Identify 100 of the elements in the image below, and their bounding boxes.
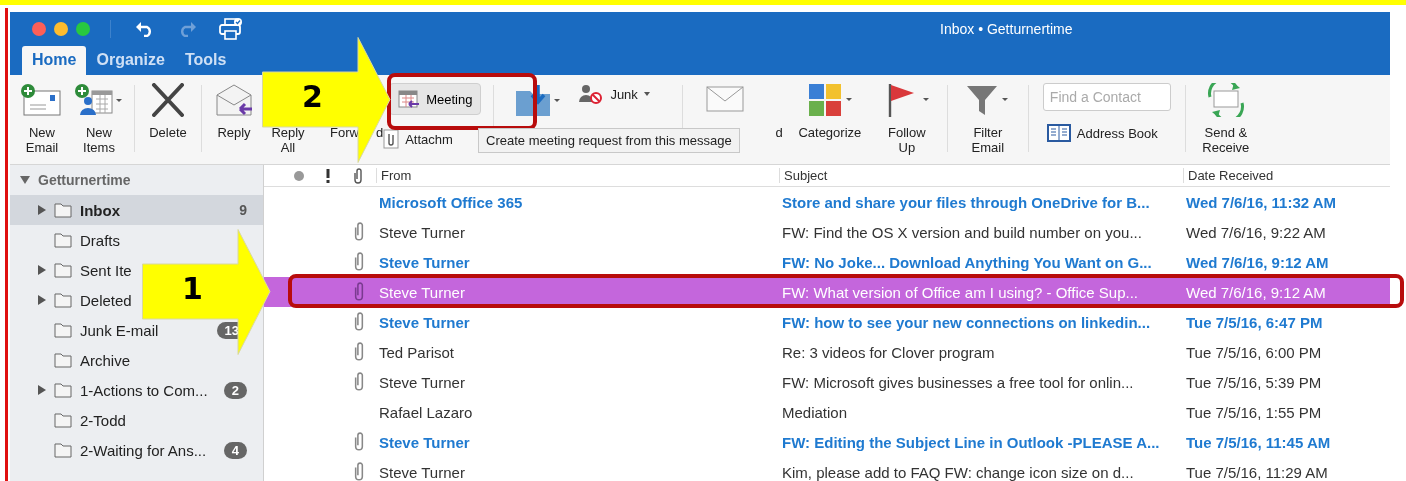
tooltip: Create meeting request from this message: [478, 128, 740, 153]
folder-item[interactable]: Sent Ite: [38, 261, 132, 279]
message-row[interactable]: Ted Parisot Re: 3 videos for Clover program Tue 7/5/16, 6:00 PM: [264, 337, 1390, 367]
folder-item[interactable]: Archive: [38, 351, 131, 369]
disclosure-triangle-icon[interactable]: [20, 176, 30, 184]
sender-cell-text: Steve Turner: [378, 253, 471, 271]
folder-icon: [54, 352, 72, 368]
sender-cell-text: Steve Turner: [378, 313, 471, 331]
person-blocked-icon: [578, 83, 605, 105]
message-row[interactable]: Steve Turner FW: No Joke... Download Anything You Want on G... Wed 7/6/16, 9:12 AM: [264, 247, 1390, 277]
ribbon-tab[interactable]: Home: [22, 46, 87, 75]
new-items-button[interactable]: New Items: [74, 83, 124, 164]
subject-cell-text: Kim, please add to FAQ FW: change icon size on d...: [781, 463, 1135, 481]
folder-item[interactable]: Deleted: [38, 291, 132, 309]
message-row[interactable]: Steve Turner FW: Find the OS X version and build number on you... Wed 7/6/16, 9:22 AM: [264, 217, 1390, 247]
new-email-button[interactable]: New Email: [20, 83, 64, 164]
date-cell-text: Wed 7/6/16, 9:22 AM: [1185, 223, 1327, 241]
button-label[interactable]: d: [775, 125, 783, 140]
sender-cell-text: Steve Turner: [378, 463, 466, 481]
unread-count: 4: [223, 441, 247, 459]
message-row[interactable]: Steve Turner FW: Microsoft gives businesses a free tool for onlin... Tue 7/5/16, 5:39 PM: [264, 367, 1390, 397]
subject-cell-text: FW: Editing the Subject Line in Outlook -PLEASE A...: [781, 433, 1161, 451]
sender-cell-text: Microsoft Office 365: [378, 193, 524, 211]
subject-cell-text: FW: Find the OS X version and build number on you...: [781, 223, 1143, 241]
read-status-icon: [294, 170, 304, 181]
subject-cell-text: FW: What version of Office am I using? - Office Sup...: [781, 283, 1139, 301]
disclosure-triangle-icon[interactable]: [38, 385, 46, 395]
account-name: Getturnertime: [38, 172, 131, 188]
callout-number: 2: [302, 79, 323, 114]
sender-cell-text: Ted Parisot: [378, 343, 456, 361]
reply-all-button[interactable]: Reply All: [266, 125, 310, 155]
date-cell-text: Tue 7/5/16, 6:47 PM: [1185, 313, 1324, 331]
message-row[interactable]: Steve Turner FW: Editing the Subject Line in Outlook -PLEASE A... Tue 7/5/16, 11:45 AM: [264, 427, 1390, 457]
disclosure-triangle-icon[interactable]: [38, 265, 46, 275]
column-header[interactable]: Date Received: [1183, 168, 1390, 183]
date-cell-text: Wed 7/6/16, 9:12 AM: [1185, 253, 1330, 271]
disclosure-triangle-icon[interactable]: [38, 205, 46, 215]
print-icon[interactable]: [219, 17, 243, 40]
folder-icon: [54, 262, 72, 278]
subject-cell-text: Re: 3 videos for Clover program: [781, 343, 996, 361]
window-title: Inbox • Getturnertime: [940, 20, 1073, 37]
folder-arrow-icon[interactable]: [514, 83, 563, 119]
message-row[interactable]: Microsoft Office 365 Store and share your files through OneDrive for B... Wed 7/6/16, 11:32 AM: [264, 187, 1390, 217]
open-book-icon: [1046, 123, 1071, 143]
sender-cell-text: Rafael Lazaro: [378, 403, 474, 421]
message-row[interactable]: Steve Turner FW: how to see your new connections on linkedin... Tue 7/5/16, 6:47 PM: [264, 307, 1390, 337]
sender-cell-text: Steve Turner: [378, 223, 466, 241]
ribbon-tab[interactable]: Tools: [174, 46, 237, 75]
delete-button[interactable]: Delete: [145, 83, 191, 164]
sync-envelope-icon: [1205, 83, 1246, 117]
reply-button[interactable]: Reply: [212, 83, 256, 164]
envelope-arrow-icon: [214, 83, 254, 117]
disclosure-triangle-icon[interactable]: [38, 295, 46, 305]
paperclip-icon: [352, 167, 364, 184]
folder-icon: [54, 442, 72, 458]
folder-item[interactable]: Junk E-mail: [38, 321, 159, 339]
message-row[interactable]: Rafael Lazaro Mediation Tue 7/5/16, 1:55 PM: [264, 397, 1390, 427]
junk-button[interactable]: Junk: [578, 83, 650, 105]
date-cell-text: Wed 7/6/16, 9:12 AM: [1185, 283, 1327, 301]
folder-icon: [54, 232, 72, 248]
unread-count: 9: [239, 202, 247, 218]
ribbon-tab[interactable]: Organize: [86, 46, 175, 75]
filter-email-button[interactable]: Filter Email: [957, 83, 1018, 164]
sender-cell-text: Steve Turner: [378, 373, 466, 391]
sender-cell-text: Steve Turner: [378, 283, 466, 301]
folder-icon: [54, 292, 72, 308]
envelope-plus-icon: [20, 83, 64, 117]
folder-icon: [54, 322, 72, 338]
date-cell-text: Wed 7/6/16, 11:32 AM: [1185, 193, 1338, 211]
folder-item[interactable]: 2-Todd: [38, 411, 126, 429]
send-receive-button[interactable]: Send & Receive: [1195, 83, 1256, 164]
message-row[interactable]: Steve Turner Kim, please add to FAQ FW: change icon size on d... Tue 7/5/16, 11:29 AM: [264, 457, 1390, 481]
date-cell-text: Tue 7/5/16, 6:00 PM: [1185, 343, 1323, 361]
subject-cell-text: FW: Microsoft gives businesses a free tool for onlin...: [781, 373, 1135, 391]
column-header[interactable]: Subject: [779, 168, 1183, 183]
subject-cell-text: FW: how to see your new connections on linkedin...: [781, 313, 1152, 331]
minimize-button[interactable]: [54, 21, 68, 36]
forward-button[interactable]: Forw: [330, 125, 359, 140]
subject-cell-text: Store and share your files through OneDrive for B...: [781, 193, 1151, 211]
folder-icon: [54, 412, 72, 428]
date-cell-text: Tue 7/5/16, 11:29 AM: [1185, 463, 1329, 481]
funnel-icon: [964, 83, 1011, 117]
categorize-button[interactable]: Categorize: [792, 83, 867, 164]
date-cell-text: Tue 7/5/16, 5:39 PM: [1185, 373, 1323, 391]
folder-icon: [54, 202, 72, 218]
address-book-button[interactable]: Address Book: [1046, 123, 1171, 143]
column-header[interactable]: From: [376, 168, 779, 183]
folder-item[interactable]: Drafts: [38, 231, 120, 249]
meeting-button[interactable]: Meeting: [389, 83, 482, 115]
follow-up-button[interactable]: Follow Up: [876, 83, 937, 164]
find-contact-field[interactable]: Find a Contact: [1042, 83, 1171, 111]
folder-item[interactable]: 1-Actions to Com...: [38, 381, 208, 399]
subject-cell-text: Mediation: [781, 403, 849, 421]
folder-item[interactable]: Inbox: [38, 201, 120, 219]
date-cell-text: Tue 7/5/16, 1:55 PM: [1185, 403, 1323, 421]
date-cell-text: Tue 7/5/16, 11:45 AM: [1185, 433, 1332, 451]
button-label[interactable]: d: [375, 125, 384, 140]
unread-count: 2: [223, 381, 247, 399]
importance-icon: [326, 168, 330, 183]
folder-item[interactable]: 2-Waiting for Ans...: [38, 441, 207, 459]
